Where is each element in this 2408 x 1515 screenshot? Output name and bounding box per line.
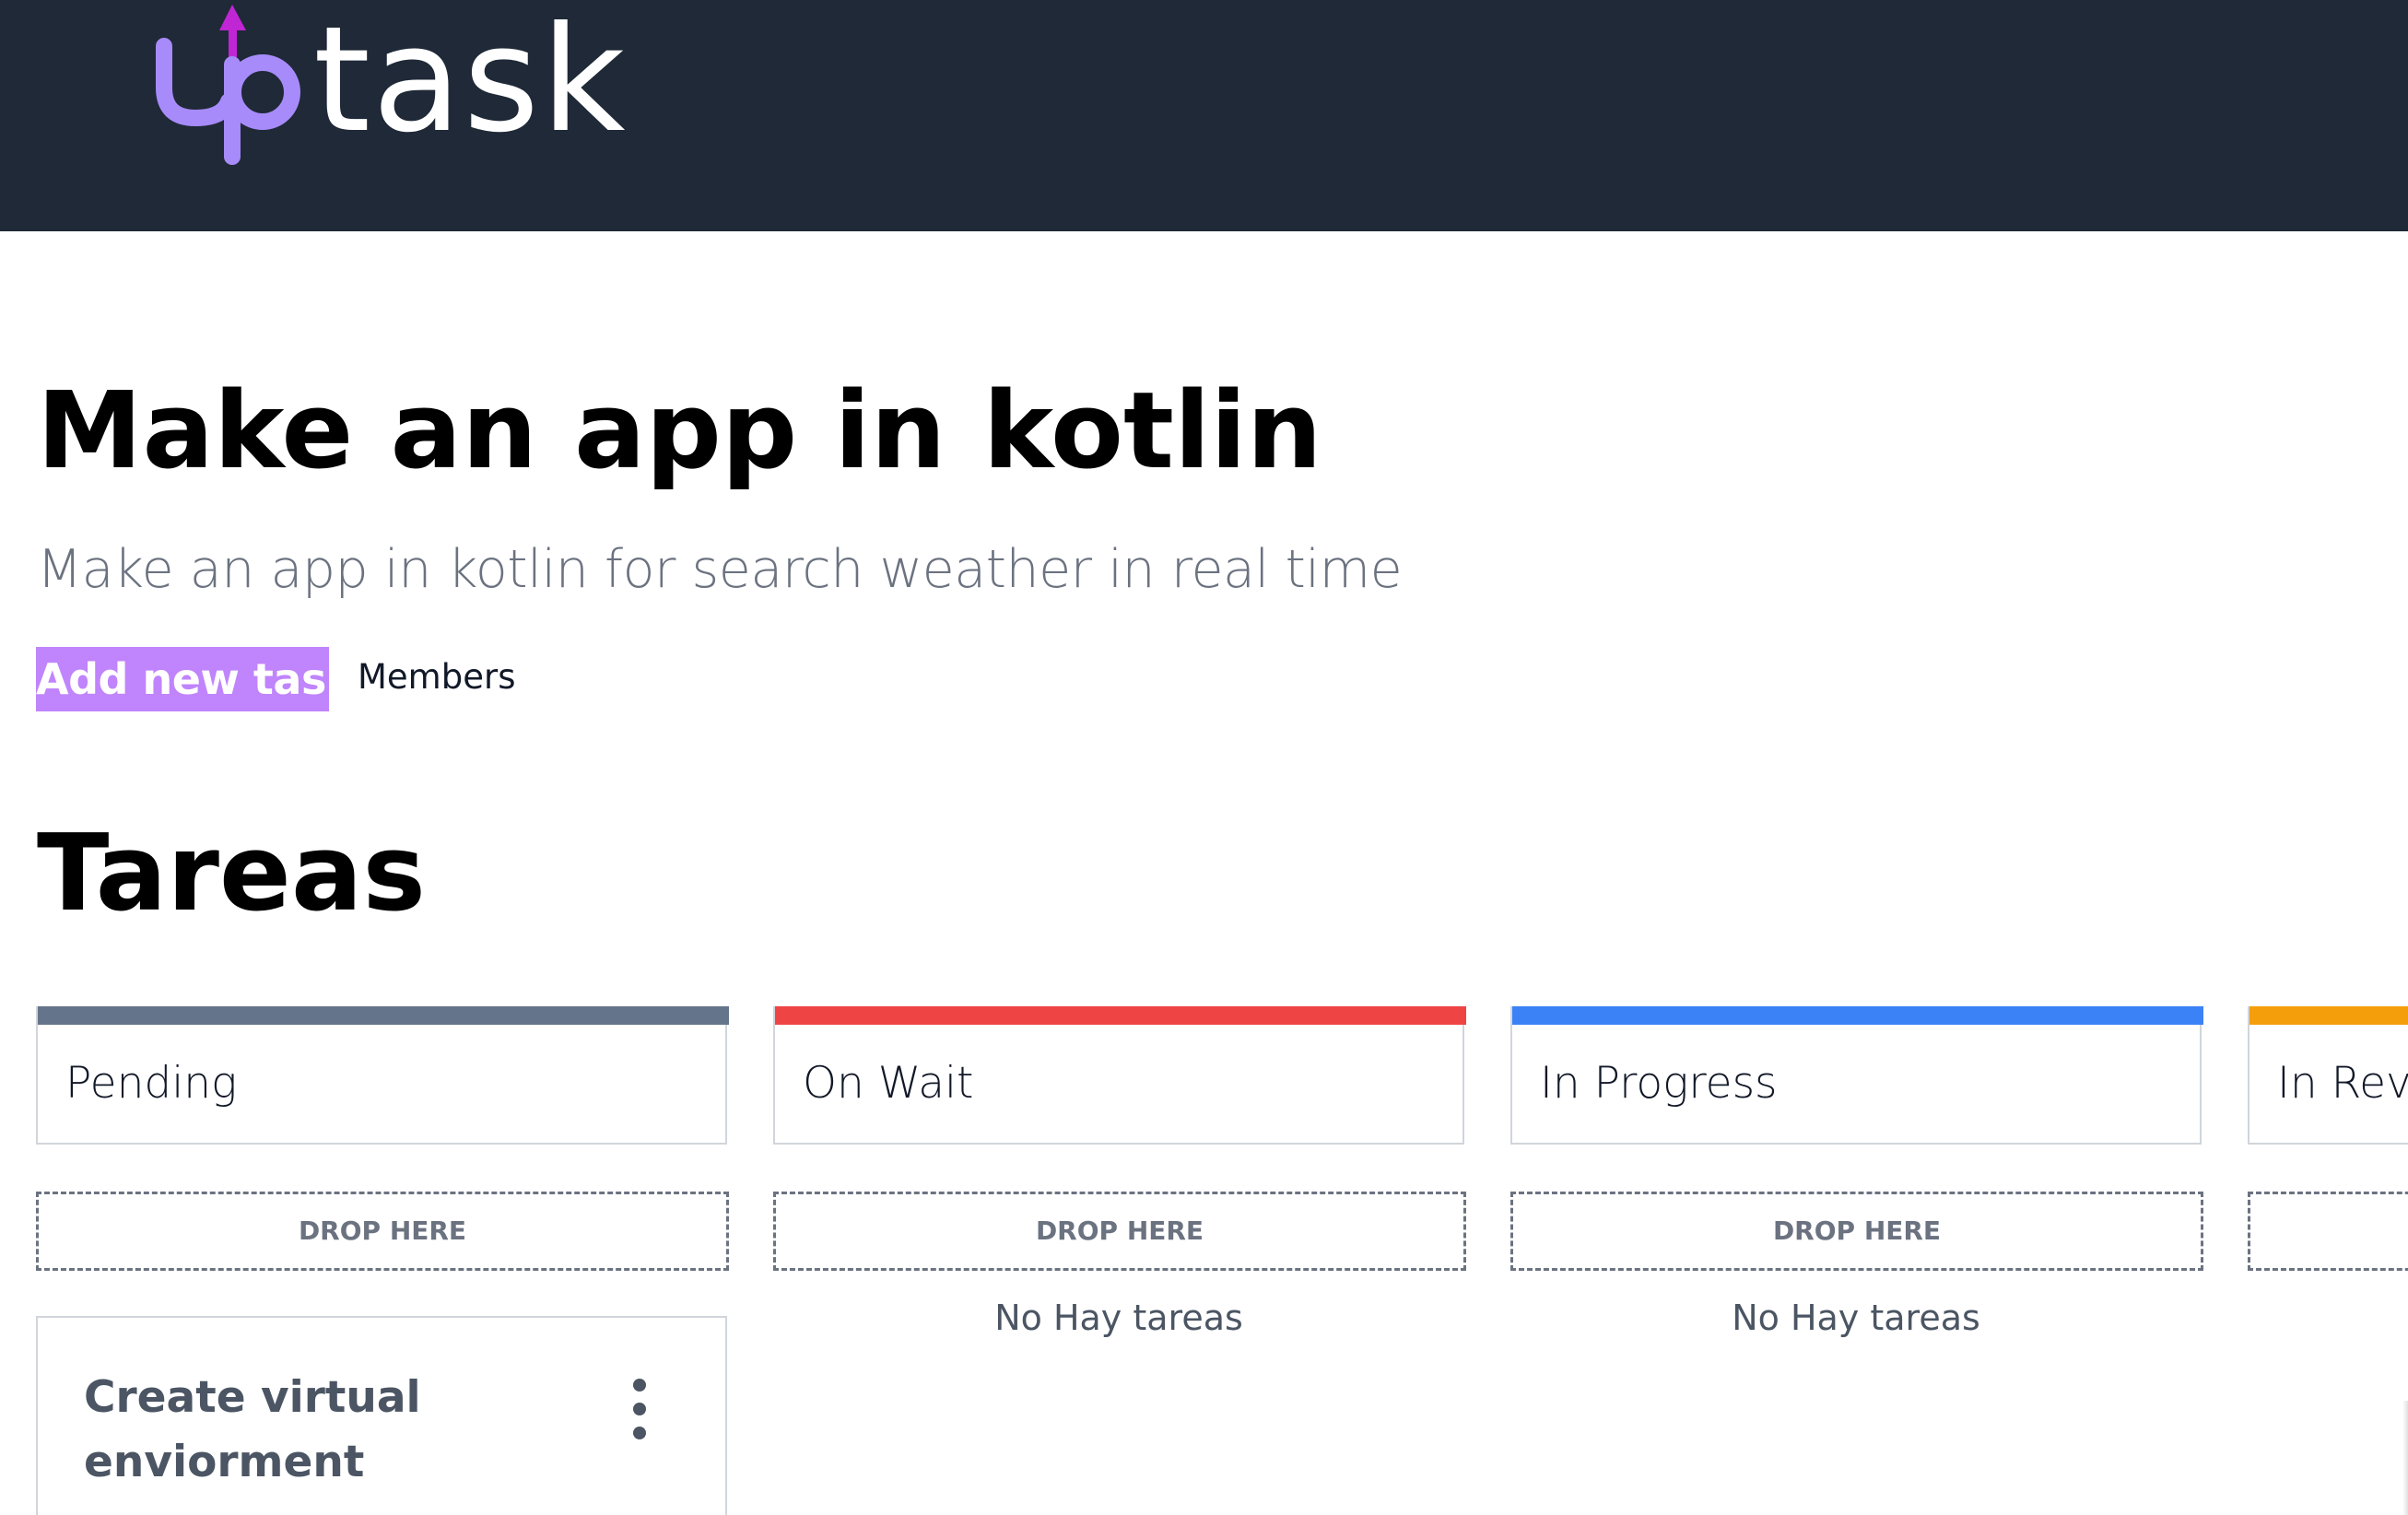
column-color-bar <box>775 1006 1466 1025</box>
menu-dot <box>633 1427 646 1439</box>
column-header: Pending <box>36 1006 729 1145</box>
column-title: In Progress <box>1540 1058 1778 1109</box>
task-card[interactable]: Create virtual enviorment <box>36 1316 727 1515</box>
drop-zone[interactable]: DROP HERE <box>773 1192 1466 1271</box>
column-title: Pending <box>65 1058 238 1109</box>
column-title: On Wait <box>803 1058 974 1109</box>
project-title: Make an app in kotlin <box>37 370 1322 493</box>
logo-wordmark: task <box>313 0 628 165</box>
drop-zone[interactable]: DROP HERE <box>36 1192 729 1271</box>
top-bar: task <box>0 0 2408 231</box>
column-color-bar <box>2249 1006 2408 1025</box>
empty-column-message: No Hay tareas <box>1732 1298 1980 1338</box>
column-header: On Wait <box>773 1006 1466 1145</box>
tasks-section-title: Tareas <box>37 812 426 935</box>
project-description: Make an app in kotlin for search weather… <box>37 539 1403 600</box>
scroll-edge-shadow <box>2402 1401 2408 1515</box>
column-color-bar <box>1512 1006 2203 1025</box>
menu-dot <box>633 1403 646 1415</box>
task-name: Create virtual enviorment <box>84 1372 421 1487</box>
drop-zone[interactable] <box>2248 1192 2408 1271</box>
logo-up-mark-icon <box>156 5 300 165</box>
column-title: In Revi <box>2277 1058 2408 1109</box>
column-color-bar <box>38 1006 729 1025</box>
members-link[interactable]: Members <box>358 647 515 711</box>
column-header: In Progress <box>1510 1006 2203 1145</box>
uptask-logo[interactable]: task <box>147 0 627 175</box>
add-new-task-button[interactable]: Add new task <box>36 647 354 711</box>
task-options-menu-icon[interactable] <box>621 1373 658 1447</box>
empty-column-message: No Hay tareas <box>994 1298 1243 1338</box>
menu-dot <box>633 1379 646 1392</box>
column-header: In Revi <box>2248 1006 2408 1145</box>
page: task Make an app in kotlin Make an app i… <box>0 0 2408 1515</box>
drop-zone[interactable]: DROP HERE <box>1510 1192 2203 1271</box>
